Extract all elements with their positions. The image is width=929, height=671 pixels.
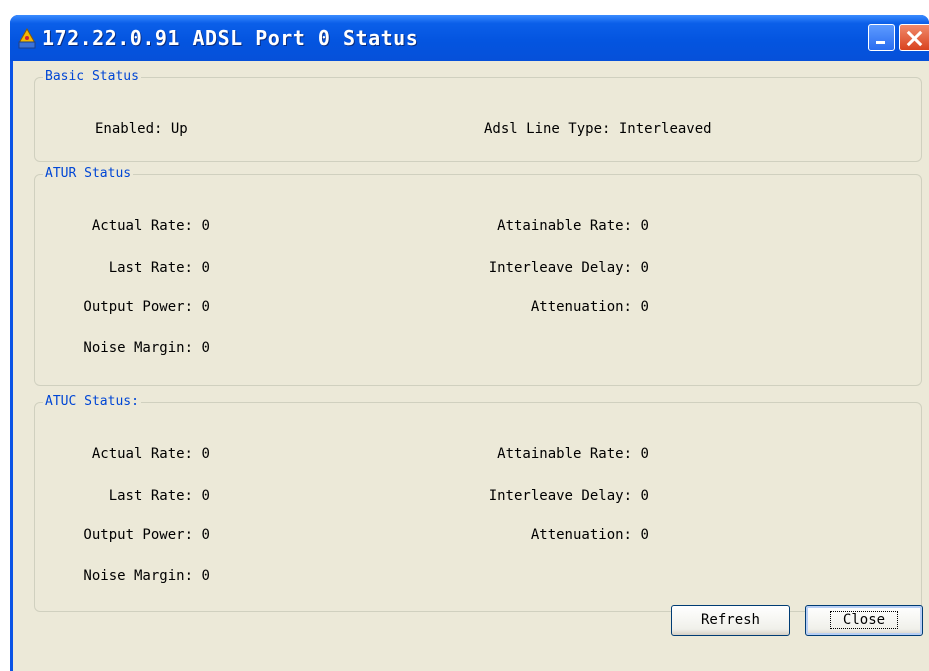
- atur-actual-rate-value: 0: [201, 218, 210, 234]
- atuc-status-legend: ATUC Status:: [43, 394, 141, 409]
- atur-attainable-rate-value: 0: [640, 218, 649, 234]
- atur-interleave-delay-label: Interleave Delay:: [488, 260, 632, 276]
- atur-actual-rate-field: Actual Rate: 0: [45, 218, 210, 234]
- atur-noise-margin-value: 0: [201, 340, 210, 356]
- atur-interleave-delay-value: 0: [640, 260, 649, 276]
- atuc-output-power-field: Output Power: 0: [45, 527, 210, 543]
- enabled-value: Up: [170, 121, 188, 137]
- atuc-last-rate-value: 0: [201, 488, 210, 504]
- atuc-noise-margin-value: 0: [201, 568, 210, 584]
- atuc-noise-margin-field: Noise Margin: 0: [45, 568, 210, 584]
- window-title: 172.22.0.91 ADSL Port 0 Status: [42, 26, 419, 50]
- atuc-last-rate-field: Last Rate: 0: [45, 488, 210, 504]
- atuc-attainable-rate-label: Attainable Rate:: [497, 446, 632, 462]
- close-button-label: Close: [829, 611, 899, 629]
- atuc-output-power-label: Output Power:: [83, 527, 193, 543]
- atur-last-rate-value: 0: [201, 260, 210, 276]
- atur-last-rate-field: Last Rate: 0: [45, 260, 210, 276]
- atuc-interleave-delay-value: 0: [640, 488, 649, 504]
- basic-status-group: Basic Status Enabled: Up Adsl Line Type:…: [34, 69, 922, 162]
- atuc-interleave-delay-label: Interleave Delay:: [488, 488, 632, 504]
- atuc-actual-rate-label: Actual Rate:: [91, 446, 193, 462]
- atur-noise-margin-field: Noise Margin: 0: [45, 340, 210, 356]
- line-type-value: Interleaved: [618, 121, 712, 137]
- atur-last-rate-label: Last Rate:: [108, 260, 193, 276]
- atuc-attainable-rate-value: 0: [640, 446, 649, 462]
- enabled-label: Enabled:: [95, 121, 163, 137]
- close-icon[interactable]: [899, 24, 929, 51]
- atuc-actual-rate-value: 0: [201, 446, 210, 462]
- atur-attainable-rate-field: Attainable Rate: 0: [443, 218, 649, 234]
- atuc-actual-rate-field: Actual Rate: 0: [45, 446, 210, 462]
- line-type-label: Adsl Line Type:: [484, 121, 611, 137]
- atur-output-power-value: 0: [201, 299, 210, 315]
- minimize-icon[interactable]: [868, 24, 895, 51]
- dialog-body: Basic Status Enabled: Up Adsl Line Type:…: [13, 61, 929, 671]
- status-window: 172.22.0.91 ADSL Port 0 Status Basic Sta…: [10, 15, 929, 671]
- title-bar[interactable]: 172.22.0.91 ADSL Port 0 Status: [10, 15, 929, 61]
- atuc-interleave-delay-field: Interleave Delay: 0: [443, 488, 649, 504]
- atur-actual-rate-label: Actual Rate:: [91, 218, 193, 234]
- atur-interleave-delay-field: Interleave Delay: 0: [443, 260, 649, 276]
- atuc-output-power-value: 0: [201, 527, 210, 543]
- app-icon: [18, 28, 36, 49]
- atuc-attainable-rate-field: Attainable Rate: 0: [443, 446, 649, 462]
- atur-noise-margin-label: Noise Margin:: [83, 340, 193, 356]
- atuc-last-rate-label: Last Rate:: [108, 488, 193, 504]
- basic-status-legend: Basic Status: [43, 69, 141, 84]
- line-type-field: Adsl Line Type: Interleaved: [484, 121, 712, 137]
- atur-status-legend: ATUR Status: [43, 166, 134, 181]
- atur-status-group: ATUR Status Actual Rate: 0 Attainable Ra…: [34, 166, 922, 386]
- atuc-attenuation-field: Attenuation: 0: [443, 527, 649, 543]
- refresh-button[interactable]: Refresh: [671, 605, 790, 636]
- atuc-attenuation-label: Attenuation:: [530, 527, 632, 543]
- atur-attenuation-field: Attenuation: 0: [443, 299, 649, 315]
- atuc-attenuation-value: 0: [640, 527, 649, 543]
- close-button[interactable]: Close: [805, 605, 923, 636]
- atuc-status-group: ATUC Status: Actual Rate: 0 Attainable R…: [34, 394, 922, 612]
- enabled-field: Enabled: Up: [95, 121, 188, 137]
- atur-output-power-field: Output Power: 0: [45, 299, 210, 315]
- atur-attenuation-label: Attenuation:: [530, 299, 632, 315]
- atur-attainable-rate-label: Attainable Rate:: [497, 218, 632, 234]
- atur-attenuation-value: 0: [640, 299, 649, 315]
- atuc-noise-margin-label: Noise Margin:: [83, 568, 193, 584]
- atur-output-power-label: Output Power:: [83, 299, 193, 315]
